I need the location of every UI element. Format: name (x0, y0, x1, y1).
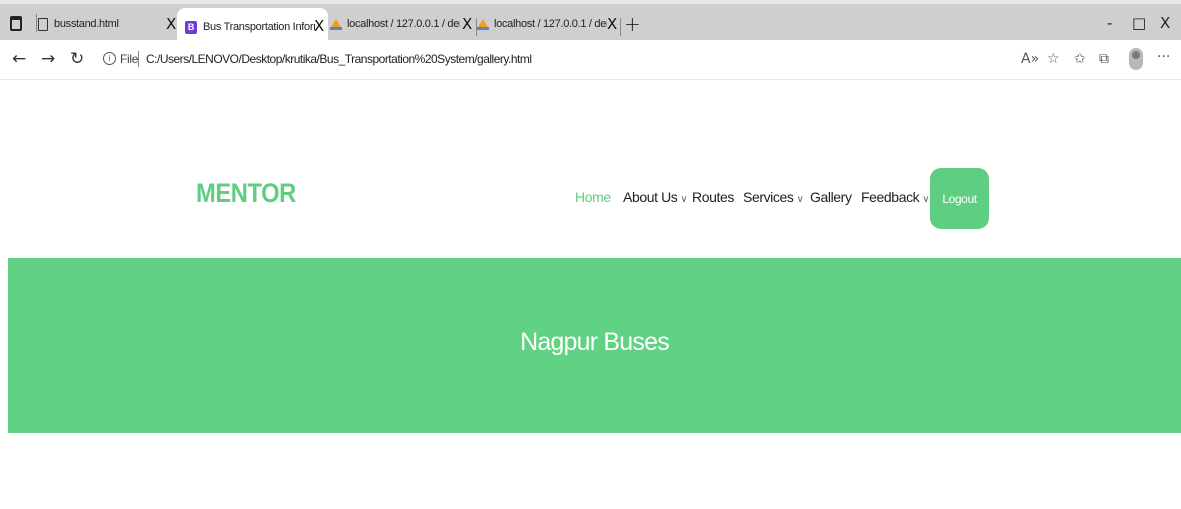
chevron-down-icon: ∨ (680, 194, 688, 205)
favorites-icon[interactable]: ✩ (1074, 51, 1086, 67)
nav-home[interactable]: Home (575, 189, 611, 205)
tab-actions (10, 14, 37, 32)
tab-divider (36, 14, 37, 32)
page-title: Nagpur Buses (520, 328, 670, 356)
address-bar-input[interactable]: C:/Users/LENOVO/Desktop/krutika/Bus_Tran… (146, 52, 532, 66)
minimize-button[interactable]: - (1107, 14, 1112, 32)
phpmyadmin-icon (477, 18, 489, 30)
browser-tab-strip: busstand.html X B Bus Transportation Inf… (0, 0, 1181, 46)
close-window-button[interactable]: X (1160, 14, 1170, 32)
site-header: MENTOR Home About Us ∨ Routes Services ∨ G… (0, 140, 1181, 258)
nav-label: Gallery (810, 189, 852, 205)
tab-title: localhost / 127.0.0.1 / demo / bu (347, 18, 460, 30)
maximize-button[interactable]: □ (1132, 14, 1146, 32)
chevron-down-icon: ∨ (796, 194, 804, 205)
tab-localhost-demo-su[interactable]: localhost / 127.0.0.1 / demo / su X (477, 6, 622, 42)
logout-button[interactable]: Logout (930, 168, 989, 229)
nav-gallery[interactable]: Gallery (810, 189, 852, 205)
tab-divider (620, 18, 621, 36)
nav-label: Home (575, 189, 611, 205)
nav-routes[interactable]: Routes (692, 189, 734, 205)
nav-label: Routes (692, 189, 734, 205)
tab-close-button[interactable]: X (462, 15, 472, 33)
tab-title: localhost / 127.0.0.1 / demo / su (494, 18, 607, 30)
hero-banner: Nagpur Buses (8, 258, 1181, 433)
file-icon (38, 17, 48, 31)
chevron-down-icon: ∨ (922, 194, 930, 205)
tab-close-button[interactable]: X (166, 15, 176, 33)
workspaces-icon[interactable] (10, 15, 22, 31)
nav-label: Feedback (861, 189, 920, 205)
nav-feedback[interactable]: Feedback ∨ (861, 189, 930, 205)
tab-close-button[interactable]: X (607, 15, 617, 33)
nav-services[interactable]: Services ∨ (743, 189, 804, 205)
back-arrow-icon[interactable]: ← (12, 49, 26, 69)
collections-icon[interactable]: ⧉ (1099, 51, 1109, 67)
profile-avatar-icon[interactable] (1129, 48, 1143, 70)
nav-about-us[interactable]: About Us ∨ (623, 189, 688, 205)
nav-label: Services (743, 189, 794, 205)
nav-label: About Us (623, 189, 678, 205)
forward-arrow-icon[interactable]: → (41, 49, 55, 69)
add-favorite-icon[interactable]: ☆ (1047, 51, 1060, 67)
address-scheme-label: File (120, 52, 139, 66)
tab-busstand[interactable]: busstand.html X (38, 6, 178, 42)
phpmyadmin-icon (330, 18, 342, 30)
browser-toolbar: ← → ↻ i File C:/Users/LENOVO/Desktop/kru… (0, 40, 1181, 80)
site-logo[interactable]: MENTOR (196, 178, 296, 209)
more-icon[interactable]: ··· (1157, 49, 1170, 65)
refresh-icon[interactable]: ↻ (70, 49, 84, 69)
bootstrap-icon: B (185, 20, 197, 34)
new-tab-button[interactable]: + (624, 12, 641, 36)
tab-title: busstand.html (54, 18, 119, 30)
site-info-icon[interactable]: i (103, 52, 116, 65)
address-divider (138, 51, 139, 67)
tab-title: Bus Transportation Information S (203, 21, 315, 33)
read-aloud-icon[interactable]: A» (1021, 51, 1039, 67)
tab-close-button[interactable]: X (314, 17, 324, 35)
tab-localhost-demo-bu[interactable]: localhost / 127.0.0.1 / demo / bu X (330, 6, 475, 42)
